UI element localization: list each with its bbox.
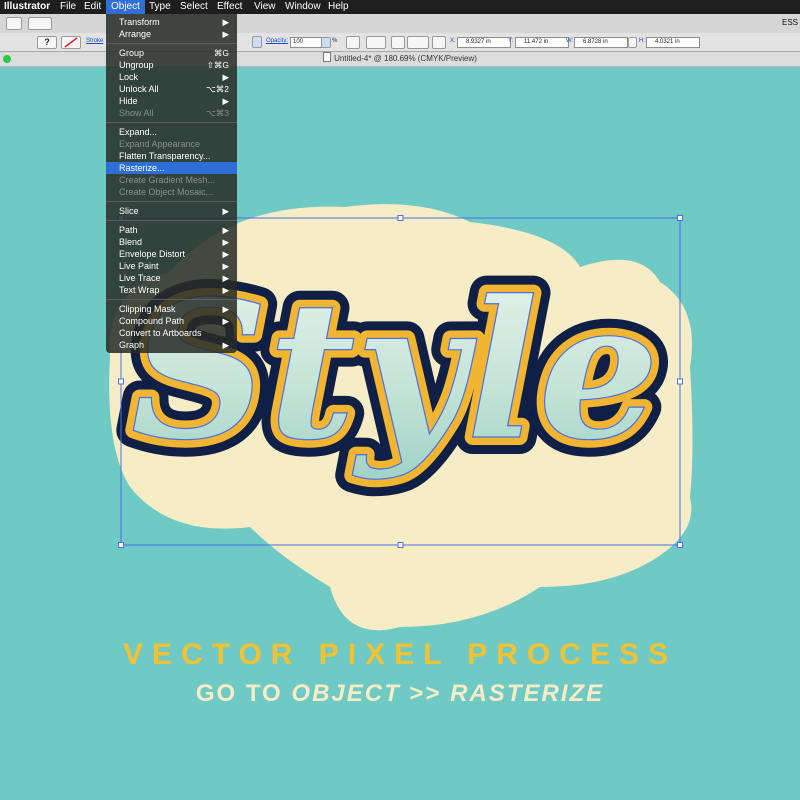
align-icon[interactable] <box>366 36 386 49</box>
handle-top-middle[interactable] <box>397 215 404 221</box>
menu-item-expand-appearance: Expand Appearance <box>119 139 201 149</box>
isolate-icon[interactable] <box>407 36 429 49</box>
menu-bar: Illustrator File Edit Object Type Select… <box>0 0 800 14</box>
menu-item-envelope-distort[interactable]: Envelope Distort ▶ <box>106 248 237 260</box>
handle-middle-right[interactable] <box>677 378 683 385</box>
menu-separator <box>106 43 237 44</box>
menu-item-slice[interactable]: Slice ▶ <box>106 205 237 217</box>
caption-headline: VECTOR PIXEL PROCESS <box>123 638 677 671</box>
caption-separator: >> <box>400 680 451 707</box>
menu-edit[interactable]: Edit <box>84 0 101 14</box>
menu-item-live-paint[interactable]: Live Paint ▶ <box>106 260 237 272</box>
menu-item-create-object-mosaic: Create Object Mosaic... <box>119 187 214 197</box>
transform-icon[interactable] <box>391 36 405 49</box>
arrange-documents-icon[interactable] <box>28 17 52 30</box>
handle-bottom-left[interactable] <box>118 542 124 548</box>
menu-item-clipping-mask[interactable]: Clipping Mask ▶ <box>106 303 237 315</box>
menu-item-live-trace[interactable]: Live Trace ▶ <box>106 272 237 284</box>
menu-item-show-all: Show All ⌥⌘3 <box>119 108 229 118</box>
style-dropdown-icon[interactable] <box>252 36 262 48</box>
workspace-switcher[interactable]: ESS <box>782 18 798 27</box>
stroke-label[interactable]: Stroke <box>86 37 103 46</box>
height-input[interactable]: 4.0321 in <box>646 37 700 48</box>
handle-top-right[interactable] <box>677 215 683 221</box>
w-label: W: <box>566 38 574 44</box>
menu-item-path[interactable]: Path ▶ <box>106 224 237 236</box>
menu-separator <box>106 122 237 123</box>
menu-select[interactable]: Select <box>180 0 208 14</box>
menu-item-unlock-all[interactable]: Unlock All ⌥⌘2 <box>106 83 237 95</box>
caption-object: OBJECT <box>291 680 401 707</box>
opacity-label[interactable]: Opacity: <box>266 37 288 46</box>
menu-item-lock[interactable]: Lock ▶ <box>106 71 237 83</box>
reference-point-icon[interactable] <box>432 36 446 49</box>
handle-middle-left[interactable] <box>118 378 124 385</box>
h-label: H: <box>639 38 645 44</box>
bridge-icon[interactable] <box>6 17 22 30</box>
menu-effect[interactable]: Effect <box>217 0 242 14</box>
menu-window[interactable]: Window <box>285 0 321 14</box>
menu-item-convert-to-artboards[interactable]: Convert to Artboards <box>106 327 237 339</box>
object-menu-dropdown: Transform ▶ Arrange ▶ Group ⌘G Ungroup ⇧⌘G L… <box>106 14 237 353</box>
stroke-swatch-icon[interactable] <box>61 36 81 49</box>
menu-help[interactable]: Help <box>328 0 349 14</box>
menu-item-rasterize[interactable]: Rasterize... <box>106 162 237 174</box>
menu-item-flatten-transparency[interactable]: Flatten Transparency... <box>106 150 237 162</box>
caption-rasterize: RASTERIZE <box>450 680 605 707</box>
recolor-icon[interactable] <box>346 36 360 49</box>
caption-instruction: GO TO OBJECT >> RASTERIZE <box>0 680 800 708</box>
x-label: X: <box>450 38 456 44</box>
opacity-dropdown-icon[interactable] <box>321 37 331 48</box>
handle-bottom-right[interactable] <box>677 542 683 548</box>
menu-item-expand[interactable]: Expand... <box>106 126 237 138</box>
menu-item-arrange[interactable]: Arrange ▶ <box>106 28 237 40</box>
document-file-icon <box>323 52 332 62</box>
opacity-input[interactable]: 100 <box>290 37 322 48</box>
menu-item-hide[interactable]: Hide ▶ <box>106 95 237 107</box>
caption-prefix: GO TO <box>195 680 292 707</box>
y-position-input[interactable]: 11.472 in <box>515 37 569 48</box>
menu-item-transform[interactable]: Transform ▶ <box>106 16 237 28</box>
menu-separator <box>106 201 237 202</box>
app-menu[interactable]: Illustrator <box>4 0 50 14</box>
menu-type[interactable]: Type <box>149 0 171 14</box>
x-position-input[interactable]: 8.9327 in <box>457 37 511 48</box>
width-input[interactable]: 6.8728 in <box>574 37 628 48</box>
menu-view[interactable]: View <box>254 0 276 14</box>
menu-separator <box>106 220 237 221</box>
menu-item-compound-path[interactable]: Compound Path ▶ <box>106 315 237 327</box>
menu-item-group[interactable]: Group ⌘G <box>106 47 237 59</box>
document-title-text: Untitled-4* @ 180.69% (CMYK/Preview) <box>334 54 477 63</box>
opacity-percent: % <box>332 38 338 44</box>
constrain-proportions-icon[interactable] <box>628 37 637 48</box>
menu-item-ungroup[interactable]: Ungroup ⇧⌘G <box>106 59 237 71</box>
menu-file[interactable]: File <box>60 0 76 14</box>
menu-item-graph[interactable]: Graph ▶ <box>106 339 237 351</box>
handle-bottom-middle[interactable] <box>397 542 404 548</box>
menu-separator <box>106 299 237 300</box>
y-label: Y: <box>508 38 514 44</box>
menu-item-create-gradient-mesh: Create Gradient Mesh... <box>119 175 216 185</box>
menu-item-text-wrap[interactable]: Text Wrap ▶ <box>106 284 237 296</box>
fill-swatch-icon[interactable]: ? <box>37 36 57 49</box>
menu-object[interactable]: Object <box>106 0 145 14</box>
menu-item-blend[interactable]: Blend ▶ <box>106 236 237 248</box>
